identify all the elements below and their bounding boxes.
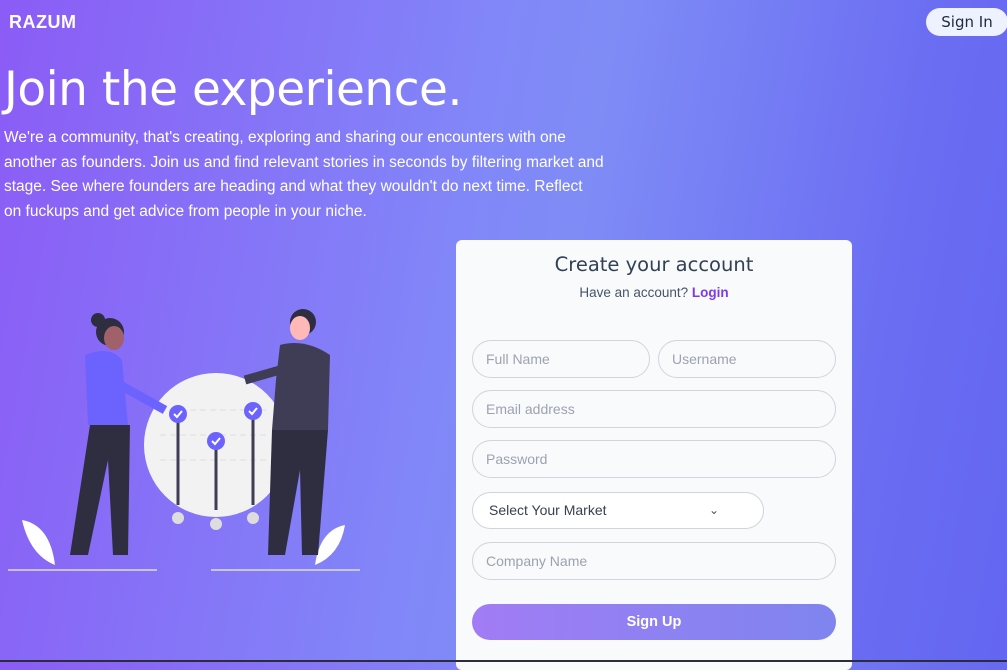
chevron-down-icon: ⌄ xyxy=(708,503,719,517)
sign-in-button[interactable]: Sign In xyxy=(926,8,1007,36)
have-account-label: Have an account? xyxy=(579,285,689,300)
login-link[interactable]: Login xyxy=(692,285,729,300)
sign-up-button[interactable]: Sign Up xyxy=(472,604,836,640)
email-input[interactable] xyxy=(472,390,836,428)
hero-description: We're a community, that's creating, expl… xyxy=(4,129,604,220)
page-title: Join the experience. xyxy=(4,62,462,117)
market-select[interactable]: Select Your Market ⌄ xyxy=(472,492,764,529)
have-account-text: Have an account? Login xyxy=(456,285,852,300)
market-select-value: Select Your Market xyxy=(489,502,607,518)
logo[interactable]: RAZUM xyxy=(9,12,77,33)
password-input[interactable] xyxy=(472,440,836,478)
full-name-input[interactable] xyxy=(472,340,650,378)
form-title: Create your account xyxy=(554,253,754,276)
username-input[interactable] xyxy=(658,340,836,378)
people-checklist-illustration xyxy=(8,309,360,571)
signup-card: Create your account Have an account? Log… xyxy=(456,240,852,670)
company-name-input[interactable] xyxy=(472,542,836,580)
